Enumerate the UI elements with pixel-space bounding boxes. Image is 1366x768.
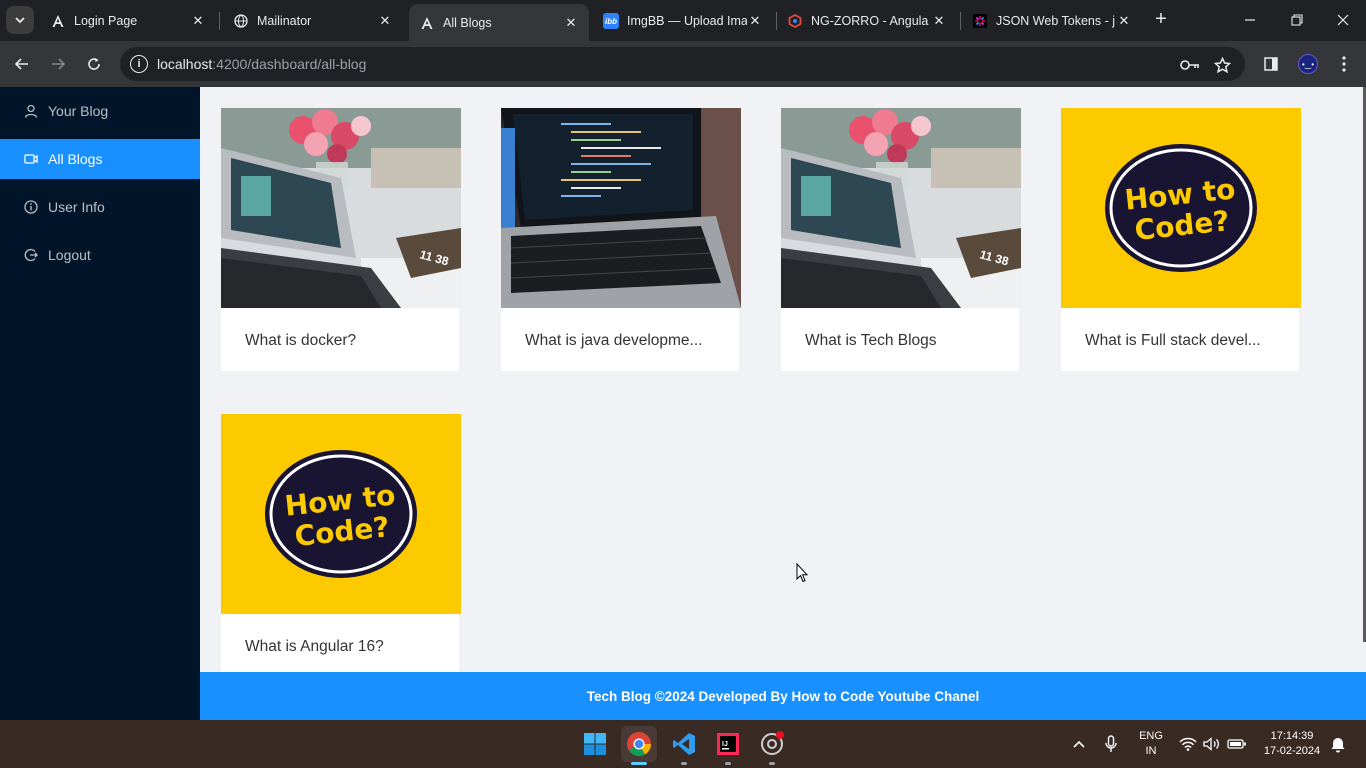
close-window-icon[interactable] [1331, 8, 1355, 32]
avatar: •‿• [1298, 54, 1318, 74]
globe-icon [233, 13, 249, 29]
blog-card[interactable]: 11 38 What is Tech Blogs [780, 107, 1021, 372]
tab-ng-zorro[interactable]: NG-ZORRO - Angula ✕ [777, 6, 957, 36]
angular-icon [419, 15, 435, 31]
sidebar-item-user-info[interactable]: User Info [0, 187, 200, 227]
sidebar: Your Blog All Blogs User Info Logout [0, 87, 200, 720]
tab-search-button[interactable] [6, 6, 34, 34]
sidebar-item-your-blog[interactable]: Your Blog [0, 91, 200, 131]
chrome-taskbar-icon[interactable] [621, 726, 657, 765]
tab-title: ImgBB — Upload Ima [627, 14, 747, 28]
clock-date: 17-02-2024 [1263, 745, 1321, 757]
jwt-icon [972, 13, 988, 29]
blog-cover-image [501, 108, 741, 308]
side-panel-icon[interactable] [1259, 51, 1283, 77]
how-to-code-logo: How to Code? [221, 414, 461, 614]
sidebar-item-logout[interactable]: Logout [0, 235, 200, 275]
close-icon[interactable]: ✕ [190, 13, 206, 29]
blog-cover-image: 11 38 [781, 108, 1021, 308]
tab-title: NG-ZORRO - Angula [811, 14, 929, 28]
logout-icon [24, 248, 38, 262]
tab-title: Login Page [74, 14, 138, 28]
ng-zorro-icon [787, 13, 803, 29]
lang-top: ENG [1139, 730, 1163, 742]
taskbar: IJ ENG IN 17:14:39 17-02-2024 [0, 720, 1366, 768]
chrome-dev-taskbar-icon[interactable] [754, 726, 790, 765]
restore-icon[interactable] [1285, 8, 1309, 32]
battery-icon[interactable] [1227, 720, 1247, 768]
url-host: localhost [157, 56, 213, 72]
mouse-cursor-icon [796, 562, 809, 588]
address-bar[interactable]: i localhost:4200/dashboard/all-blog [120, 47, 1245, 81]
microphone-icon[interactable] [1105, 720, 1117, 768]
browser-tabstrip: Login Page ✕ Mailinator ✕ All Blogs ✕ ib… [0, 0, 1366, 41]
lang-bottom: IN [1145, 745, 1157, 757]
forward-icon[interactable] [45, 51, 71, 77]
blog-title: What is Full stack devel... [1085, 332, 1261, 349]
tab-login-page[interactable]: Login Page ✕ [40, 6, 216, 36]
angular-icon [50, 13, 66, 29]
sidebar-item-label: All Blogs [48, 151, 103, 167]
blog-list: 11 38 What is docker? What is java devel… [200, 87, 1366, 672]
tab-json-web-tokens[interactable]: JSON Web Tokens - j ✕ [962, 6, 1142, 36]
sidebar-item-label: User Info [48, 199, 105, 215]
minimize-icon[interactable] [1238, 8, 1262, 32]
windows-start-icon[interactable] [577, 726, 613, 762]
svg-text:IJ: IJ [722, 741, 728, 748]
tab-divider [960, 12, 961, 30]
sidebar-item-all-blogs[interactable]: All Blogs [0, 139, 200, 179]
password-key-icon[interactable] [1180, 55, 1200, 75]
close-icon[interactable]: ✕ [931, 13, 947, 29]
sidebar-item-label: Your Blog [48, 103, 109, 119]
blog-cover-image: 11 38 [221, 108, 461, 308]
system-clock[interactable]: 17:14:39 17-02-2024 [1258, 729, 1326, 759]
back-icon[interactable] [9, 51, 35, 77]
page-footer: Tech Blog ©2024 Developed By How to Code… [200, 672, 1366, 720]
tab-title: Mailinator [257, 14, 312, 28]
new-tab-button[interactable]: + [1150, 9, 1172, 31]
volume-icon[interactable] [1203, 720, 1221, 768]
url-path: :4200/dashboard/all-blog [212, 56, 367, 72]
blog-card[interactable]: How to Code? What is Angular 16? [220, 413, 461, 672]
profile-avatar[interactable]: •‿• [1296, 51, 1320, 77]
blog-card[interactable]: What is java developme... [500, 107, 741, 372]
bookmark-star-icon[interactable] [1212, 55, 1232, 75]
site-info-icon[interactable]: i [130, 55, 148, 73]
url-text[interactable]: localhost:4200/dashboard/all-blog [157, 56, 366, 72]
how-to-code-logo: How to Code? [1061, 108, 1301, 308]
tab-all-blogs[interactable]: All Blogs ✕ [409, 4, 589, 41]
more-menu-icon[interactable] [1332, 51, 1356, 77]
close-icon[interactable]: ✕ [747, 13, 763, 29]
blog-title: What is java developme... [525, 332, 703, 349]
chevron-down-icon [15, 17, 25, 24]
tab-mailinator[interactable]: Mailinator ✕ [223, 6, 403, 36]
wifi-icon[interactable] [1179, 720, 1197, 768]
intellij-taskbar-icon[interactable]: IJ [710, 726, 746, 765]
blog-card[interactable]: How to Code? What is Full stack devel... [1060, 107, 1301, 372]
reload-icon[interactable] [81, 51, 107, 77]
vscode-taskbar-icon[interactable] [666, 726, 702, 765]
imgbb-icon: ibb [603, 13, 619, 29]
browser-toolbar: i localhost:4200/dashboard/all-blog •‿• [0, 41, 1366, 87]
tab-divider [219, 12, 220, 30]
tab-title: JSON Web Tokens - j [996, 14, 1116, 28]
info-icon [24, 200, 38, 214]
close-icon[interactable]: ✕ [1116, 13, 1132, 29]
close-icon[interactable]: ✕ [377, 13, 393, 29]
footer-text: Tech Blog ©2024 Developed By How to Code… [586, 688, 980, 704]
notification-bell-icon[interactable] [1330, 720, 1346, 768]
show-hidden-icons-icon[interactable] [1072, 720, 1086, 768]
sidebar-item-label: Logout [48, 247, 91, 263]
tab-imgbb[interactable]: ibb ImgBB — Upload Ima ✕ [593, 6, 773, 36]
video-icon [24, 152, 38, 166]
blog-title: What is docker? [245, 332, 357, 349]
close-icon[interactable]: ✕ [563, 15, 579, 31]
language-indicator[interactable]: ENG IN [1138, 729, 1164, 759]
tab-title: All Blogs [443, 15, 492, 30]
blog-title: What is Angular 16? [245, 638, 384, 655]
blog-card[interactable]: 11 38 What is docker? [220, 107, 461, 372]
user-icon [24, 104, 38, 118]
blog-title: What is Tech Blogs [805, 332, 937, 349]
clock-time: 17:14:39 [1270, 730, 1314, 742]
